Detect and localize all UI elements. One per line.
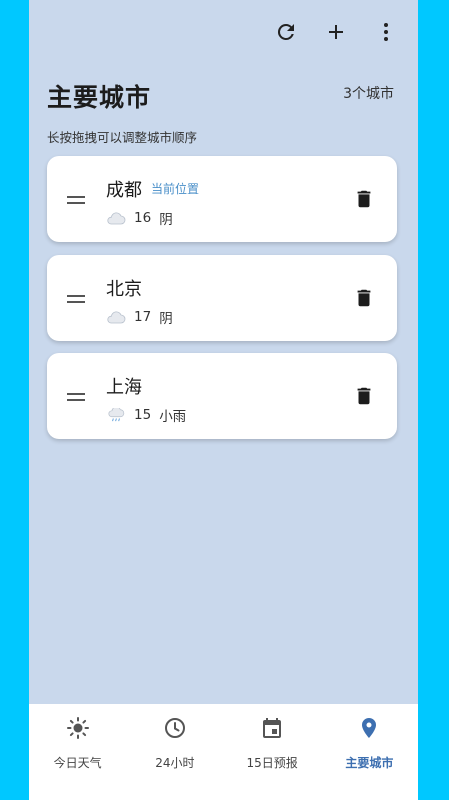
weather-summary: 16 阴: [106, 208, 173, 228]
condition: 阴: [159, 212, 173, 228]
more-vert-icon: [384, 23, 388, 41]
delete-icon[interactable]: [353, 187, 375, 211]
more-options-button[interactable]: [372, 18, 400, 46]
location-pin-icon: [362, 718, 377, 738]
drag-handle-icon[interactable]: [67, 393, 85, 401]
city-name: 北京: [106, 279, 142, 300]
nav-label: 24小时: [155, 756, 195, 770]
rain-cloud-icon: [108, 408, 125, 422]
nav-today-weather[interactable]: 今日天气: [29, 704, 126, 800]
nav-main-cities[interactable]: 主要城市: [321, 704, 418, 800]
condition: 小雨: [159, 409, 187, 425]
nav-label: 15日预报: [246, 756, 298, 770]
refresh-button[interactable]: [272, 18, 300, 46]
city-name: 成都: [106, 180, 142, 201]
city-card-beijing[interactable]: 北京 17 阴: [47, 255, 397, 341]
nav-24-hours[interactable]: 24小时: [126, 704, 223, 800]
city-card-shanghai[interactable]: 上海 15 小雨: [47, 353, 397, 439]
sun-icon: [66, 717, 89, 739]
temperature: 15: [134, 407, 152, 423]
nav-label: 今日天气: [53, 756, 102, 770]
temperature: 17: [134, 309, 152, 325]
delete-icon[interactable]: [353, 286, 375, 310]
add-city-button[interactable]: [322, 18, 350, 46]
drag-handle-icon[interactable]: [67, 295, 85, 303]
cloud-icon: [107, 212, 126, 225]
weather-summary: 15 小雨: [106, 405, 186, 425]
add-icon: [329, 25, 343, 39]
current-location-badge: 当前位置: [151, 182, 200, 196]
nav-label: 主要城市: [345, 756, 394, 770]
clock-icon: [164, 718, 185, 738]
page-title: 主要城市: [47, 83, 152, 112]
delete-icon[interactable]: [353, 384, 375, 408]
app-screen: 主要城市 3个城市 长按拖拽可以调整城市顺序 成都 当前位置 16 阴 北京 1…: [29, 0, 418, 800]
weather-summary: 17 阴: [106, 307, 173, 327]
city-card-chengdu[interactable]: 成都 当前位置 16 阴: [47, 156, 397, 242]
cloud-icon: [107, 311, 126, 324]
drag-handle-icon[interactable]: [67, 196, 85, 204]
city-name: 上海: [106, 377, 142, 398]
condition: 阴: [159, 311, 173, 327]
top-toolbar: [272, 18, 400, 46]
refresh-icon: [277, 23, 294, 40]
temperature: 16: [134, 210, 152, 226]
city-count: 3个城市: [343, 86, 394, 102]
reorder-hint: 长按拖拽可以调整城市顺序: [47, 130, 198, 145]
calendar-icon: [263, 718, 282, 738]
nav-15-day-forecast[interactable]: 15日预报: [224, 704, 321, 800]
bottom-navigation: 今日天气 24小时 15日预报 主要城市: [29, 704, 418, 800]
